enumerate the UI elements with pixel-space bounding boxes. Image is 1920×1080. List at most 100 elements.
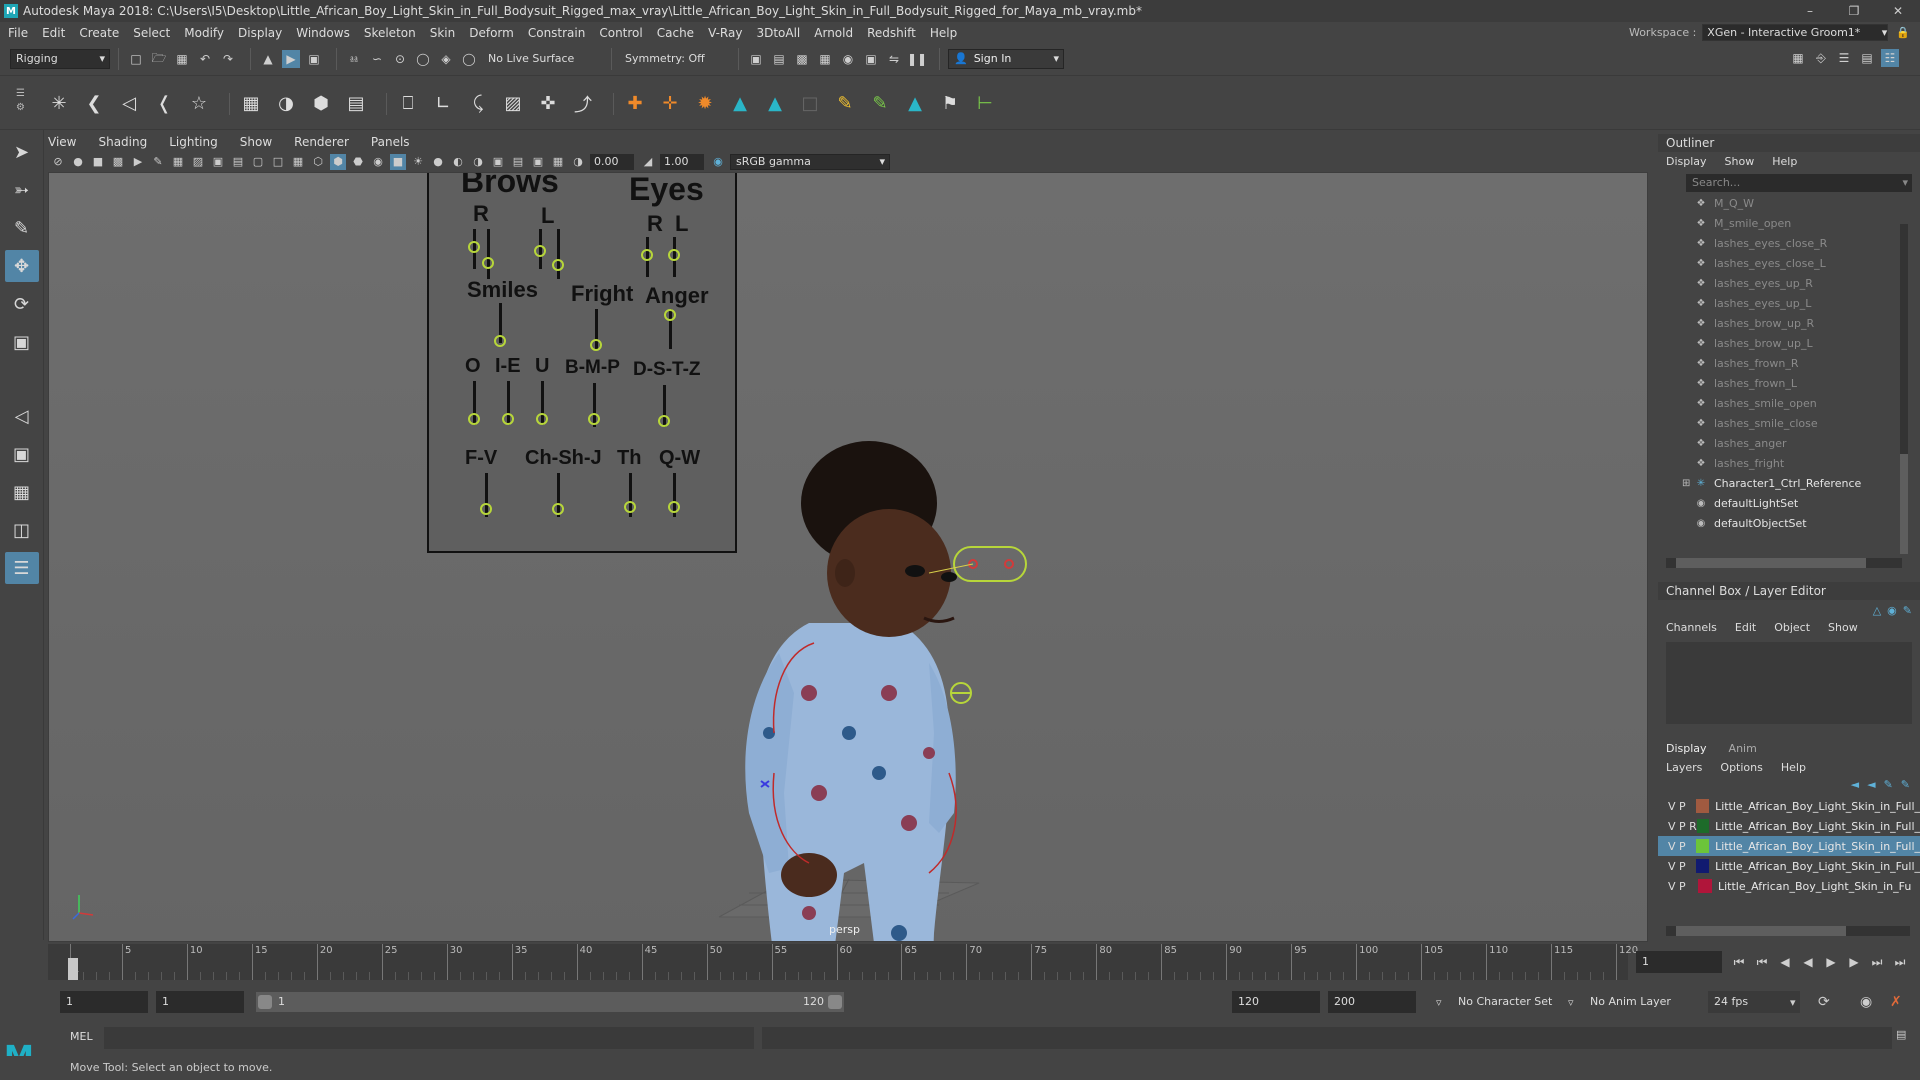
- shelf-menu-icon[interactable]: ☰ ⚙: [16, 87, 25, 115]
- smooth-shade-icon[interactable]: ⬢: [330, 153, 346, 170]
- outliner-item[interactable]: ❖ M_smile_open: [1666, 214, 1906, 234]
- channels-menu-show[interactable]: Show: [1828, 621, 1858, 634]
- pole-vector-icon[interactable]: ⤴: [570, 91, 596, 117]
- wire-deformer-icon[interactable]: ✎: [867, 91, 893, 117]
- symmetry-dropdown[interactable]: Symmetry: Off: [620, 49, 730, 69]
- layer-hscrollbar[interactable]: [1666, 926, 1910, 936]
- character-set-icon[interactable]: ▿: [1436, 996, 1442, 1009]
- lock-icon[interactable]: 🔒: [1896, 26, 1910, 39]
- tab-anim[interactable]: Anim: [1729, 742, 1757, 755]
- new-layer-selected-icon[interactable]: ✎: [1901, 778, 1910, 791]
- xray-joints-icon[interactable]: ▦: [550, 154, 566, 170]
- render-frame-icon[interactable]: ▤: [770, 50, 788, 68]
- menu-vray[interactable]: V-Ray: [708, 26, 742, 40]
- channel-box-icon[interactable]: ☷: [1881, 49, 1899, 67]
- layer-color-swatch[interactable]: [1696, 819, 1710, 833]
- camera-attributes-icon[interactable]: ●: [70, 154, 86, 170]
- new-scene-icon[interactable]: □: [127, 50, 145, 68]
- workspace-dropdown[interactable]: XGen - Interactive Groom1* ▾: [1702, 24, 1889, 41]
- current-time-indicator[interactable]: [68, 958, 78, 980]
- play-backwards-icon[interactable]: ◀: [1799, 953, 1817, 971]
- exposure-field[interactable]: 0.00: [590, 153, 634, 170]
- layer-row[interactable]: V P Little_African_Boy_Light_Skin_in_Full…: [1658, 856, 1920, 876]
- 2d-pan-icon[interactable]: ▶: [130, 154, 146, 170]
- gamma-icon[interactable]: ◢: [640, 154, 656, 170]
- create-joint-icon[interactable]: ✳: [46, 91, 72, 117]
- select-component-icon[interactable]: ▣: [305, 50, 323, 68]
- range-slider[interactable]: 1 120: [256, 992, 844, 1012]
- playback-end-field[interactable]: 120: [1232, 991, 1320, 1013]
- menu-constrain[interactable]: Constrain: [528, 26, 586, 40]
- new-layer-icon[interactable]: ✎: [1884, 778, 1893, 791]
- channel-box-icon[interactable]: △: [1873, 604, 1881, 617]
- snap-point-icon[interactable]: ⊙: [391, 50, 409, 68]
- close-icon[interactable]: ✕: [1876, 0, 1920, 22]
- menu-windows[interactable]: Windows: [296, 26, 350, 40]
- sign-in-button[interactable]: 👤 Sign In ▾: [948, 49, 1064, 69]
- channel-settings-icon[interactable]: ◉: [1887, 604, 1897, 617]
- current-frame-field[interactable]: 1: [1636, 951, 1722, 973]
- fps-dropdown[interactable]: 24 fps: [1708, 991, 1800, 1013]
- outliner-item[interactable]: ◉ defaultObjectSet: [1666, 514, 1906, 534]
- anti-aliasing-icon[interactable]: ◑: [470, 154, 486, 170]
- safe-title-icon[interactable]: □: [270, 154, 286, 170]
- loop-icon[interactable]: ⟳: [1818, 994, 1830, 1010]
- character-controls-icon[interactable]: ⎆: [1812, 49, 1830, 67]
- field-chart-icon[interactable]: ▤: [230, 154, 246, 170]
- layers-menu-options[interactable]: Options: [1720, 761, 1762, 774]
- outliner-menu-help[interactable]: Help: [1772, 155, 1797, 168]
- outliner-layout-icon[interactable]: ☰: [4, 552, 39, 584]
- undo-icon[interactable]: ↶: [196, 50, 214, 68]
- xray-icon[interactable]: ▣: [530, 154, 546, 170]
- bind-skin-icon[interactable]: ▦: [238, 91, 264, 117]
- menu-skeleton[interactable]: Skeleton: [364, 26, 416, 40]
- render-settings-icon[interactable]: ▦: [816, 50, 834, 68]
- layers-menu-layers[interactable]: Layers: [1666, 761, 1702, 774]
- select-hierarchy-icon[interactable]: ▲: [259, 50, 277, 68]
- textured-icon[interactable]: ◉: [370, 154, 386, 170]
- step-forward-icon[interactable]: ⏭: [1868, 953, 1886, 971]
- play-forwards-icon[interactable]: ▶: [1822, 953, 1840, 971]
- character-scene[interactable]: [49, 173, 1648, 942]
- menu-skin[interactable]: Skin: [430, 26, 456, 40]
- gamma-field[interactable]: 1.00: [660, 153, 704, 170]
- chevron-down-icon[interactable]: ▿: [1568, 996, 1574, 1009]
- menu-set-dropdown[interactable]: Rigging ▾: [10, 49, 110, 69]
- render-view-icon[interactable]: ▣: [747, 50, 765, 68]
- wireframe-on-shaded-icon[interactable]: ⬣: [350, 154, 366, 170]
- safe-action-icon[interactable]: ▢: [250, 154, 266, 170]
- time-slider[interactable]: 1510152025303540455055606570758085909510…: [48, 944, 1638, 980]
- outliner-item[interactable]: ⊞ ✳ Character1_Ctrl_Reference: [1666, 474, 1906, 494]
- viewport-menu-panels[interactable]: Panels: [371, 135, 410, 149]
- hik-icon[interactable]: ▲: [727, 91, 753, 117]
- camera-select-icon[interactable]: ⊘: [50, 154, 66, 170]
- motion-blur-icon[interactable]: ◐: [450, 154, 466, 170]
- locator-icon[interactable]: ✚: [622, 91, 648, 117]
- outliner-item[interactable]: ❖ lashes_smile_open: [1666, 394, 1906, 414]
- outliner-item[interactable]: ❖ lashes_brow_up_R: [1666, 314, 1906, 334]
- scale-tool-icon[interactable]: ▣: [5, 326, 39, 358]
- outliner-menu-show[interactable]: Show: [1725, 155, 1755, 168]
- outliner-search-input[interactable]: Search... ▾: [1686, 174, 1912, 192]
- ik-handle-icon[interactable]: ❮: [81, 91, 107, 117]
- lasso-tool-icon[interactable]: ➳: [5, 174, 39, 206]
- save-scene-icon[interactable]: ▦: [173, 50, 191, 68]
- script-editor-icon[interactable]: ▤: [1896, 1028, 1906, 1041]
- move-layer-up-icon[interactable]: ◄: [1851, 778, 1859, 791]
- layer-color-swatch[interactable]: [1698, 879, 1712, 893]
- snap-grid-icon[interactable]: ⎂: [345, 50, 363, 68]
- grease-pencil-icon[interactable]: ✎: [150, 154, 166, 170]
- outliner-item[interactable]: ❖ lashes_eyes_close_L: [1666, 254, 1906, 274]
- layer-row[interactable]: V P R Little_African_Boy_Light_Skin_in_Fu…: [1658, 816, 1920, 836]
- point-constraint-icon[interactable]: ∟: [430, 91, 456, 117]
- outliner-hscrollbar[interactable]: [1666, 558, 1902, 568]
- paint-select-icon[interactable]: ✎: [5, 212, 39, 244]
- ik-spline-icon[interactable]: ◁: [116, 91, 142, 117]
- redo-icon[interactable]: ↷: [219, 50, 237, 68]
- gate-mask-icon[interactable]: ▣: [210, 154, 226, 170]
- menu-help[interactable]: Help: [930, 26, 957, 40]
- menu-deform[interactable]: Deform: [469, 26, 514, 40]
- hypershade-icon[interactable]: ◉: [839, 50, 857, 68]
- menu-arnold[interactable]: Arnold: [814, 26, 853, 40]
- animation-end-field[interactable]: 200: [1328, 991, 1416, 1013]
